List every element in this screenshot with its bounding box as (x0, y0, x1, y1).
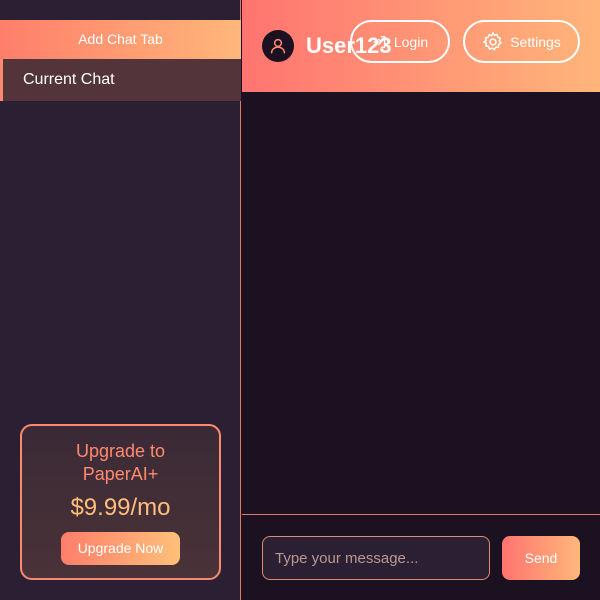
login-icon (373, 35, 386, 48)
chat-messages-area (242, 92, 600, 514)
avatar[interactable] (262, 30, 294, 62)
user-icon (270, 38, 286, 54)
sidebar: Add Chat Tab Current Chat Upgrade to Pap… (0, 0, 241, 600)
add-chat-tab-button[interactable]: Add Chat Tab (0, 20, 241, 59)
upgrade-card: Upgrade to PaperAI+ $9.99/mo Upgrade Now (20, 424, 221, 580)
header: User123 Login Settings (242, 0, 600, 92)
login-button[interactable]: Login (350, 20, 450, 63)
upgrade-price: $9.99/mo (70, 494, 171, 521)
settings-label: Settings (510, 33, 561, 50)
sidebar-item-current-chat[interactable]: Current Chat (0, 59, 241, 101)
upgrade-title: Upgrade to PaperAI+ (75, 441, 166, 484)
message-input[interactable] (262, 536, 490, 580)
chat-app: Add Chat Tab Current Chat Upgrade to Pap… (0, 0, 600, 600)
upgrade-now-button[interactable]: Upgrade Now (61, 532, 180, 565)
send-button[interactable]: Send (502, 536, 580, 580)
settings-button[interactable]: Settings (463, 20, 580, 63)
composer-bar: Send (242, 514, 600, 600)
login-label: Login (393, 33, 429, 50)
gear-icon (483, 31, 502, 50)
